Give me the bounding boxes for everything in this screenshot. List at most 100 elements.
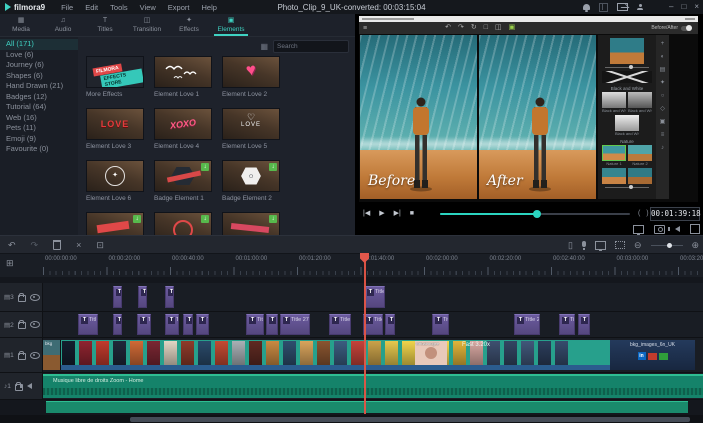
timeline-zoom-slider[interactable] <box>650 242 683 248</box>
category-hand-drawn-21[interactable]: Hand Drawn (21) <box>0 81 78 92</box>
bkg-images-clip[interactable]: bkg_images_6n_UK in <box>610 340 695 370</box>
preset-item[interactable]: Black and White 3 <box>615 115 639 136</box>
delete-icon[interactable] <box>53 240 62 250</box>
title-clip[interactable]: TTi <box>266 314 278 335</box>
element-item-more-effects[interactable]: FILMORA EFFECTS STORE More Effects <box>86 56 144 98</box>
mail-icon[interactable] <box>617 3 628 11</box>
title-clip[interactable]: T <box>113 286 122 308</box>
title-clip[interactable]: TTi <box>578 314 590 335</box>
title-clip[interactable]: T <box>165 286 174 308</box>
title-clip[interactable]: T <box>113 314 122 335</box>
title-clip[interactable]: TTi <box>196 314 209 335</box>
lock-icon[interactable] <box>17 320 26 329</box>
search-input[interactable] <box>274 43 368 50</box>
panel-tool-icon[interactable]: + <box>661 41 665 47</box>
category-badges-12[interactable]: Badges (12) <box>0 92 78 103</box>
device-icon[interactable]: ▯ <box>568 236 573 254</box>
reset-icon[interactable]: ↻ <box>471 22 477 34</box>
preset-thumbnail[interactable] <box>602 145 626 161</box>
panel-tool-icon[interactable]: ◐ <box>661 54 665 60</box>
title-clip[interactable]: TTitle <box>363 314 383 335</box>
element-item-element-love-2[interactable]: ♥ Element Love 2 <box>222 56 280 98</box>
element-item[interactable]: ↓ <box>222 212 280 235</box>
bell-icon[interactable] <box>583 4 590 12</box>
menu-tools[interactable]: Tools <box>104 3 134 12</box>
preset-thumbnail[interactable] <box>602 168 626 184</box>
redo-icon[interactable]: ↷ <box>458 22 464 34</box>
preset-item[interactable]: Nature 2 <box>628 145 652 166</box>
panel-tool-icon[interactable]: ♪ <box>661 145 664 151</box>
gift-icon[interactable] <box>599 2 608 12</box>
element-item[interactable]: ↓ <box>154 212 212 235</box>
title-clip[interactable]: T <box>183 314 193 335</box>
minimize-button[interactable]: – <box>669 0 673 14</box>
eye-icon[interactable] <box>29 321 40 328</box>
download-icon[interactable]: ↓ <box>133 215 141 223</box>
effect-fan-thumbnail[interactable] <box>602 71 652 83</box>
menu-help[interactable]: Help <box>195 3 222 12</box>
preset-item[interactable] <box>602 168 626 184</box>
download-icon[interactable]: ↓ <box>269 215 277 223</box>
title-clip[interactable]: TT <box>137 314 151 335</box>
record-screen-icon[interactable] <box>594 240 606 251</box>
intensity-slider[interactable] <box>605 65 649 69</box>
category-love-6[interactable]: Love (6) <box>0 50 78 61</box>
title-clip[interactable]: TTitle 27 <box>280 314 310 335</box>
preset-thumbnail[interactable] <box>628 168 652 184</box>
grid-view-icon[interactable]: ▦ <box>260 42 268 51</box>
panel-tool-icon[interactable]: ○ <box>661 93 665 99</box>
category-all-171[interactable]: All (171) <box>0 39 78 50</box>
compare-single-icon[interactable]: □ <box>484 22 488 34</box>
category-emoji-9[interactable]: Emoji (9) <box>0 134 78 145</box>
title-clip[interactable]: T Titl <box>78 314 98 335</box>
element-item-element-love-6[interactable]: ✦ Element Love 6 <box>86 160 144 202</box>
element-item[interactable]: ↓ <box>86 212 144 235</box>
panel-tool-icon[interactable]: ▤ <box>660 67 666 73</box>
maximize-button[interactable]: □ <box>681 0 686 14</box>
tab-transition[interactable]: ◫ Transition <box>126 14 168 36</box>
previous-frame-button[interactable]: |◀ <box>363 206 370 221</box>
amount-slider[interactable] <box>605 185 649 189</box>
panel-tool-icon[interactable]: ≡ <box>661 132 665 138</box>
lock-icon[interactable] <box>17 292 26 302</box>
menu-export[interactable]: Export <box>162 3 196 12</box>
undo-icon[interactable]: ↶ <box>8 236 16 254</box>
element-item-element-love-4[interactable]: XOXO Element Love 4 <box>154 108 212 150</box>
zoom-in-icon[interactable]: ⊕ <box>692 236 700 254</box>
element-item-element-love-5[interactable]: ♡ LOVE Element Love 5 <box>222 108 280 150</box>
category-shapes-6[interactable]: Shapes (6) <box>0 71 78 82</box>
title-clip[interactable]: TTitle <box>559 314 575 335</box>
snapshot-icon[interactable] <box>654 224 665 234</box>
title-clip[interactable]: TT <box>165 314 179 335</box>
tab-audio[interactable]: ♫ Audio <box>42 14 84 36</box>
play-button[interactable]: ▶ <box>379 206 384 221</box>
bkg-clip[interactable]: bkg <box>43 340 61 370</box>
title-clip[interactable]: TTitle <box>364 286 385 308</box>
title-clip[interactable]: T <box>138 286 147 308</box>
audio-clip-2[interactable] <box>46 401 688 413</box>
menu-file[interactable]: File <box>55 3 79 12</box>
audio-clip[interactable]: Musique libre de droits Zoom - Home <box>43 374 703 398</box>
crop-icon[interactable]: ⊡ <box>96 236 104 254</box>
marker-icon[interactable] <box>614 241 625 249</box>
category-pets-11[interactable]: Pets (11) <box>0 123 78 134</box>
close-button[interactable]: × <box>694 0 699 14</box>
download-icon[interactable]: ↓ <box>201 163 209 171</box>
panel-tool-icon[interactable]: ▣ <box>660 119 666 125</box>
download-icon[interactable]: ↓ <box>201 215 209 223</box>
seek-handle[interactable] <box>532 210 541 218</box>
tab-titles[interactable]: T Titles <box>84 14 126 36</box>
video-clip[interactable]: bkg virtualrougee Fast 3.20x bkg_images_… <box>43 340 695 370</box>
compare-toggle[interactable] <box>681 25 692 31</box>
eye-icon[interactable] <box>29 351 40 359</box>
timeline-ruler[interactable]: ⊞ 00:00:00:00 00:00:20:00 00:00:40:00 00:01… <box>0 253 703 277</box>
split-icon[interactable]: × <box>76 236 81 254</box>
compare-side-icon[interactable]: ▣ <box>509 22 516 34</box>
title-clip[interactable]: TTitle <box>432 314 449 335</box>
menu-edit[interactable]: Edit <box>79 3 104 12</box>
original-thumbnail[interactable] <box>610 38 644 64</box>
record-voiceover-icon[interactable] <box>581 241 586 250</box>
tab-media[interactable]: ▦ Media <box>0 14 42 36</box>
preset-item[interactable]: Black and White 2 <box>628 92 652 113</box>
element-item-badge-element-2[interactable]: ○ ↓ Badge Element 2 <box>222 160 280 202</box>
